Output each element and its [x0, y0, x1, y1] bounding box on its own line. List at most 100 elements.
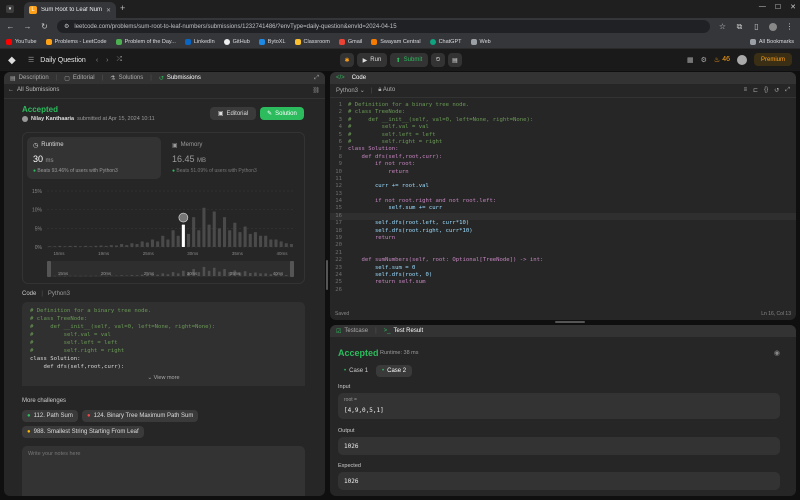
- bookmark-problems[interactable]: Problems - LeetCode: [45, 38, 107, 45]
- back-icon[interactable]: ←: [6, 22, 15, 31]
- bar[interactable]: [259, 235, 263, 247]
- bar[interactable]: [135, 244, 139, 247]
- problem-list-icon[interactable]: ☰: [28, 56, 34, 64]
- code-line[interactable]: 19 return: [330, 235, 796, 242]
- bar[interactable]: [279, 241, 283, 247]
- tab-solutions[interactable]: ⚗ Solutions: [110, 75, 143, 82]
- code-line[interactable]: 9 if not root:: [330, 161, 796, 168]
- bar[interactable]: [84, 245, 88, 247]
- code-line[interactable]: 22 def sumNumbers(self, root: Optional[T…: [330, 257, 796, 264]
- run-button[interactable]: ▶ Run: [357, 53, 387, 67]
- code-line[interactable]: 10 return: [330, 169, 796, 176]
- bookmark-youtube[interactable]: YouTube: [6, 38, 37, 45]
- overview-right-handle[interactable]: [290, 261, 294, 277]
- bookmark-classroom[interactable]: Classroom: [294, 38, 330, 45]
- close-tab-icon[interactable]: ✕: [106, 7, 111, 14]
- bookmark-linkedin[interactable]: LinkedIn: [184, 38, 215, 45]
- maximize-icon[interactable]: ☐: [775, 3, 781, 11]
- tab-editorial[interactable]: ▢ Editorial: [64, 75, 94, 82]
- bar[interactable]: [274, 239, 278, 247]
- code-line[interactable]: 13: [330, 191, 796, 198]
- notes-icon[interactable]: ▤: [448, 53, 462, 67]
- code-line[interactable]: 2 # class TreeNode:: [330, 109, 796, 116]
- bookmark-bytoxl[interactable]: BytoXL: [258, 38, 286, 45]
- code-line[interactable]: 25 return self.sum: [330, 279, 796, 286]
- bar[interactable]: [217, 228, 221, 247]
- input-box[interactable]: root = [4,9,0,5,1]: [338, 393, 780, 419]
- bar[interactable]: [78, 246, 82, 247]
- eye-icon[interactable]: ◉: [774, 349, 780, 357]
- tab-test-result[interactable]: >_ Test Result: [384, 328, 424, 334]
- premium-button[interactable]: Premium: [753, 53, 792, 66]
- sidebar-icon[interactable]: ▯: [752, 22, 761, 31]
- case-2-tab[interactable]: • Case 2: [376, 365, 413, 377]
- extensions-icon[interactable]: ⧉: [735, 22, 744, 31]
- tab-code[interactable]: Code: [352, 75, 366, 81]
- share-link-icon[interactable]: ⛓: [312, 87, 320, 94]
- format-icon[interactable]: ≡: [744, 87, 748, 94]
- bookmark-gmail[interactable]: Gmail: [338, 38, 362, 45]
- challenge-smallest-string[interactable]: ● 988. Smallest String Starting From Leaf: [22, 426, 144, 438]
- bar[interactable]: [58, 245, 62, 247]
- challenge-max-path-sum[interactable]: ● 124. Binary Tree Maximum Path Sum: [82, 410, 199, 422]
- layout-icon[interactable]: ▦: [687, 56, 694, 64]
- new-tab-icon[interactable]: +: [120, 3, 125, 13]
- code-line[interactable]: 14 if not root.right and not root.left:: [330, 198, 796, 205]
- debug-icon[interactable]: ✱: [340, 53, 354, 67]
- tab-search-icon[interactable]: ▾: [6, 5, 14, 13]
- bookmark-problem-of-day[interactable]: Problem of the Day...: [115, 38, 176, 45]
- all-submissions-link[interactable]: ← All Submissions: [8, 87, 59, 93]
- code-line[interactable]: 26: [330, 287, 796, 294]
- bar[interactable]: [109, 245, 113, 247]
- timer-icon[interactable]: ⏲: [431, 53, 445, 67]
- tab-description[interactable]: ▤ Description: [10, 75, 49, 82]
- code-line[interactable]: 3 # def __init__(self, val=0, left=None, …: [330, 117, 796, 124]
- braces-icon[interactable]: {}: [764, 87, 768, 94]
- bookmark-swayam[interactable]: Swayam Central: [371, 38, 421, 45]
- code-line[interactable]: 4 # self.val = val: [330, 124, 796, 131]
- bar[interactable]: [233, 222, 237, 247]
- bar[interactable]: [114, 245, 119, 247]
- expand-panel-icon[interactable]: ⤢: [314, 75, 319, 82]
- bar[interactable]: [222, 217, 227, 247]
- solution-button[interactable]: ✎ Solution: [260, 107, 304, 120]
- reload-icon[interactable]: ↻: [40, 22, 49, 31]
- bar[interactable]: [99, 245, 103, 247]
- browser-tab[interactable]: L Sum Root to Leaf Numbers - Lee ✕: [24, 2, 116, 18]
- bookmark-web[interactable]: Web: [470, 38, 491, 45]
- bar[interactable]: [238, 232, 242, 247]
- minimize-icon[interactable]: —: [759, 3, 766, 11]
- code-line[interactable]: 16: [330, 212, 796, 221]
- bar[interactable]: [228, 230, 232, 247]
- next-problem-icon[interactable]: ›: [106, 57, 108, 64]
- bar[interactable]: [89, 246, 93, 247]
- code-line[interactable]: 17 self.dfs(root.left, curr*10): [330, 220, 796, 227]
- bar[interactable]: [125, 245, 129, 247]
- bar[interactable]: [73, 245, 77, 247]
- view-more-link[interactable]: ⌄ View more: [22, 374, 305, 382]
- runtime-card[interactable]: ◷ Runtime 30 ms ● Beats 93.46% of users w…: [27, 137, 161, 179]
- shuffle-icon[interactable]: ⤮: [117, 56, 123, 64]
- bar[interactable]: [63, 246, 67, 247]
- bar[interactable]: [68, 245, 72, 247]
- bar[interactable]: [140, 241, 144, 247]
- tab-testcase[interactable]: ☑ Testcase: [336, 328, 368, 335]
- code-line[interactable]: 7 class Solution:: [330, 146, 796, 153]
- site-info-icon[interactable]: ⚙: [64, 23, 69, 30]
- reset-icon[interactable]: ↺: [774, 87, 779, 94]
- memory-card[interactable]: ▣ Memory 16.45 MB ● Beats 51.09% of users…: [168, 137, 302, 179]
- code-line[interactable]: 1 # Definition for a binary tree node.: [330, 102, 796, 109]
- url-field[interactable]: ⚙ leetcode.com/problems/sum-root-to-leaf…: [57, 20, 710, 33]
- bookmark-icon[interactable]: ⊏: [753, 87, 758, 94]
- leetcode-logo-icon[interactable]: ◆: [8, 55, 20, 66]
- bar[interactable]: [171, 230, 175, 247]
- notes-textarea[interactable]: Write your notes here: [22, 446, 305, 496]
- bar[interactable]: [94, 245, 98, 247]
- code-editor[interactable]: 1 # Definition for a binary tree node. 2 # …: [330, 102, 796, 302]
- bar[interactable]: [104, 245, 108, 247]
- forward-icon[interactable]: →: [23, 22, 32, 31]
- bar[interactable]: [192, 217, 196, 247]
- code-line[interactable]: 24 self.dfs(root, 0): [330, 272, 796, 279]
- code-line[interactable]: 18 self.dfs(root.right, curr*10): [330, 228, 796, 235]
- profile-avatar[interactable]: [769, 22, 777, 31]
